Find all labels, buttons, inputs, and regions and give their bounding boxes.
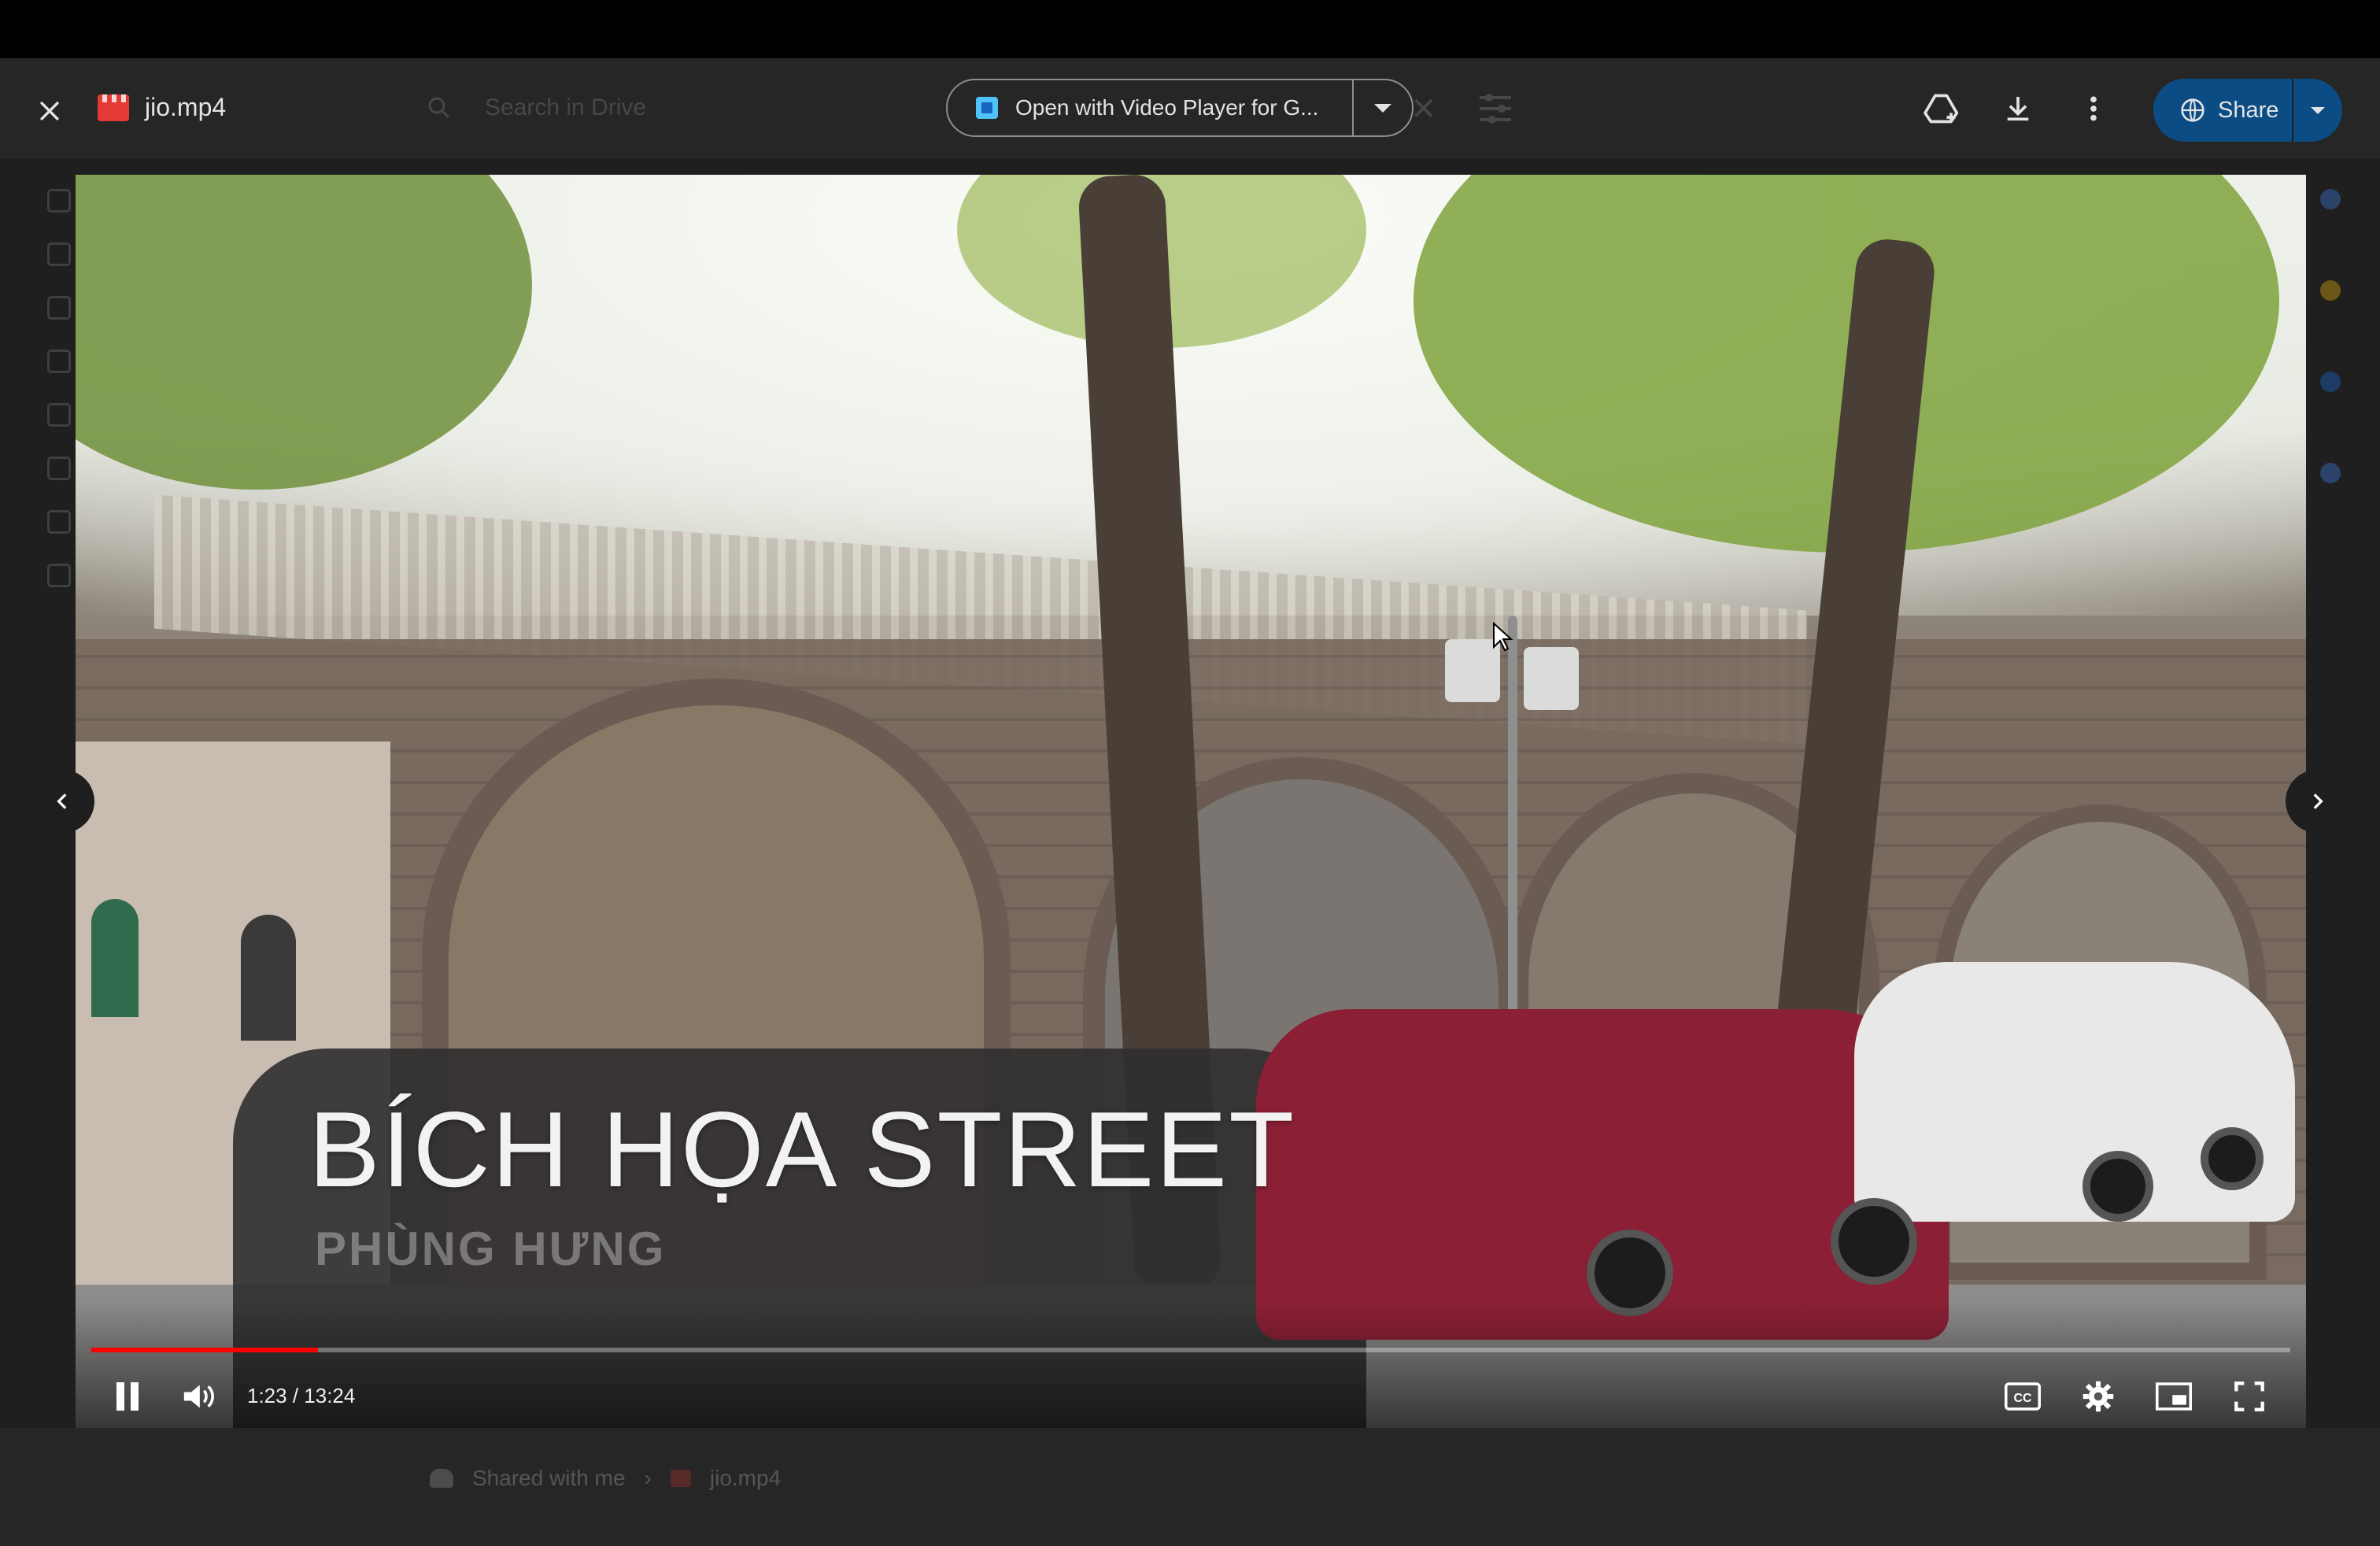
background-clear-icon: ✕ [1410,92,1437,127]
previous-file-button[interactable] [31,770,94,833]
fullscreen-button[interactable] [2227,1374,2271,1418]
gear-icon [2082,1381,2114,1412]
breadcrumb-item: Shared with me [472,1466,626,1490]
share-button[interactable]: Share [2153,79,2293,142]
video-progress-fill [91,1348,318,1352]
video-file-icon [670,1470,691,1487]
screen-top-strip [0,0,2380,58]
captions-button[interactable]: CC [2001,1374,2045,1418]
close-button[interactable] [30,91,69,131]
video-progress-bar[interactable] [91,1348,2290,1352]
mouse-cursor-icon [1493,622,1513,652]
background-sidebar [47,189,79,617]
fullscreen-icon [2234,1381,2264,1411]
open-with-button[interactable]: Open with Video Player for G... [948,80,1354,135]
video-scene-wheel [2082,1151,2153,1222]
video-time-display: 1:23 / 13:24 [247,1384,356,1407]
video-controls: 1:23 / 13:24 CC [76,1368,2306,1423]
video-scene-wheel [1831,1198,1917,1285]
cc-icon: CC [2005,1382,2041,1411]
globe-icon [2181,98,2204,122]
background-filter-icon [1476,91,1514,126]
chevron-right-icon: › [644,1466,652,1490]
pause-button[interactable] [105,1374,150,1418]
settings-button[interactable] [2076,1374,2120,1418]
miniplayer-icon [2156,1382,2192,1411]
search-icon [428,97,450,119]
file-name: jio.mp4 [145,93,227,121]
open-with-control: Open with Video Player for G... [946,79,1414,137]
pause-icon [116,1382,139,1411]
breadcrumb-item: jio.mp4 [709,1466,782,1490]
share-label: Share [2218,97,2279,123]
chevron-right-icon [2313,793,2323,809]
video-file-icon [98,94,129,121]
background-search: Search in Drive [425,87,834,129]
share-control: Share [2153,79,2342,142]
close-icon [40,102,59,120]
more-vert-icon [2090,96,2097,121]
viewer-footer [0,1428,2380,1546]
add-to-drive-icon [1924,94,1959,124]
chevron-down-icon [1374,103,1391,113]
video-scene-lamp [1524,647,1579,710]
chevron-down-icon [2311,106,2325,114]
volume-icon [183,1385,214,1408]
open-with-label: Open with Video Player for G... [1015,95,1319,120]
chevron-left-icon [57,793,67,809]
background-search-placeholder: Search in Drive [485,94,647,120]
background-side-panel [2320,189,2352,554]
open-with-dropdown-button[interactable] [1354,80,1412,135]
video-subtitle-overlay: PHÙNG HƯNG [315,1222,667,1275]
miniplayer-button[interactable] [2152,1374,2196,1418]
video-scene-wheel [2201,1127,2264,1190]
next-file-button[interactable] [2286,770,2349,833]
video-player-app-icon [976,97,998,119]
download-icon [2007,97,2029,121]
video-title-overlay: BÍCH HỌA STREET [309,1089,1296,1209]
svg-text:CC: CC [2014,1392,2032,1405]
add-to-drive-button[interactable] [1919,85,1966,132]
more-actions-button[interactable] [2070,85,2117,132]
background-breadcrumb: Shared with me › jio.mp4 [430,1466,781,1491]
volume-button[interactable] [176,1374,220,1418]
video-player[interactable]: BÍCH HỌA STREET PHÙNG HƯNG 1:23 / 13:24 … [76,175,2306,1428]
download-button[interactable] [1994,85,2042,132]
shared-people-icon [430,1469,453,1488]
